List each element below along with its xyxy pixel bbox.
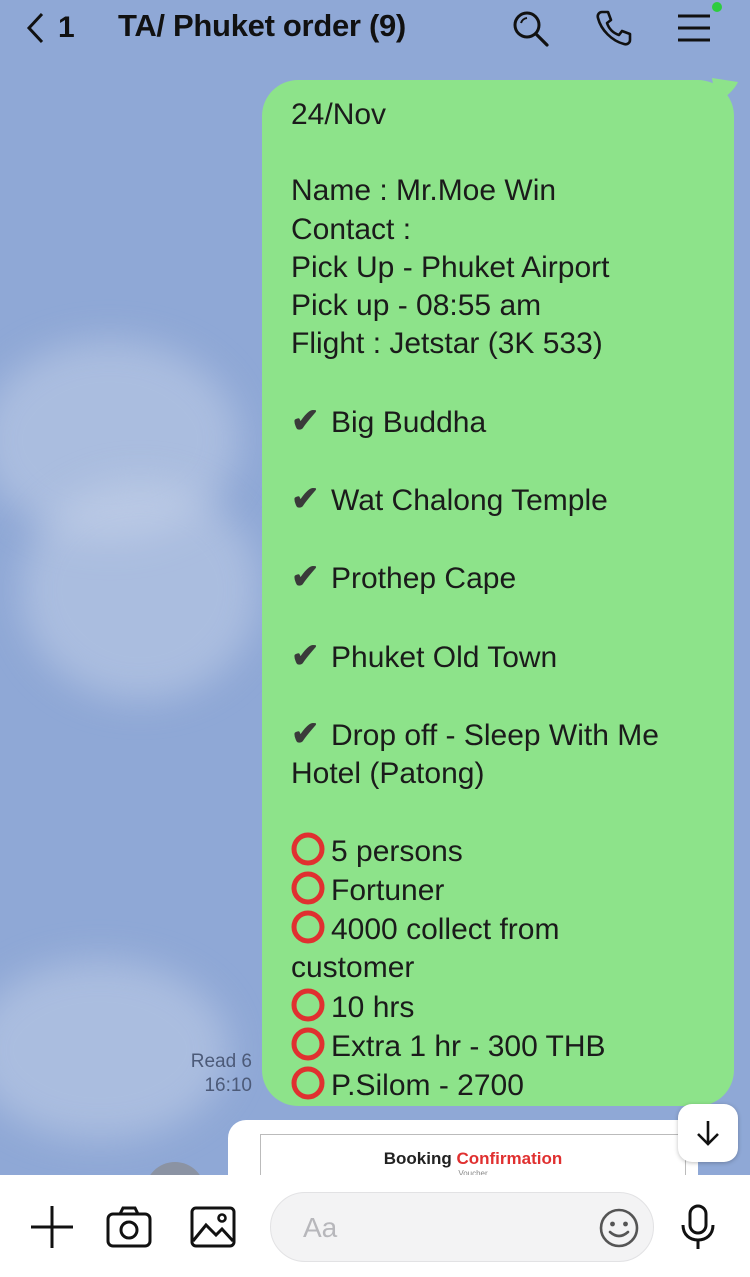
message-line: Pick up - 08:55 am — [291, 287, 706, 325]
chevron-left-icon — [26, 12, 44, 44]
checkmark-icon: ✔ — [291, 636, 320, 675]
message-line-text: 4000 collect from — [331, 913, 560, 947]
message-line-text: Flight : Jetstar (3K 533) — [291, 327, 603, 361]
message-line: Flight : Jetstar (3K 533) — [291, 325, 706, 363]
red-circle-icon — [291, 832, 325, 866]
red-circle-icon — [291, 1066, 325, 1100]
message-line: Fortuner — [291, 871, 706, 910]
message-line: Contact : — [291, 211, 706, 249]
message-line: Extra 1 hr - 300 THB — [291, 1027, 706, 1066]
message-line: 5 persons — [291, 832, 706, 871]
message-line: ✔ Wat Chalong Temple — [291, 480, 706, 520]
message-line-text: Wat Chalong Temple — [331, 483, 608, 517]
message-line-text: 24/Nov — [291, 98, 387, 131]
message-bubble[interactable]: 24/Nov Name : Mr.Moe Win Contact : Pick Up … — [262, 80, 734, 1106]
read-label: Read 6 — [190, 1051, 252, 1072]
message-line-text: Name : Mr.Moe Win — [291, 174, 557, 208]
message-line-text: Extra 1 hr - 300 THB — [331, 1029, 606, 1063]
message-time: 16:10 — [204, 1075, 252, 1096]
plus-icon[interactable] — [28, 1203, 76, 1251]
message-line-text: Big Buddha — [331, 405, 487, 439]
image-icon[interactable] — [189, 1203, 237, 1251]
message-line: Name : Mr.Moe Win — [291, 172, 706, 210]
red-circle-icon — [291, 1027, 325, 1061]
message-line-text: Pick up - 08:55 am — [291, 289, 542, 322]
message-line: Pick Up - Phuket Airport — [291, 249, 706, 287]
menu-icon[interactable] — [672, 6, 716, 50]
message-line: ✔ Drop off - Sleep With Me — [291, 715, 706, 755]
message-line-text: Phuket Old Town — [331, 640, 558, 674]
message-line: Hotel (Patong) — [291, 755, 706, 793]
message-input[interactable] — [270, 1192, 654, 1262]
arrow-down-icon — [697, 1121, 719, 1146]
message-line-text: Hotel (Patong) — [291, 757, 485, 791]
message-line: ✔ Phuket Old Town — [291, 637, 706, 677]
message-line-text: customer — [291, 951, 415, 985]
emoji-icon[interactable] — [597, 1206, 641, 1250]
phone-icon[interactable] — [592, 6, 636, 50]
message-line-text: P.Silom - 2700 — [331, 1068, 524, 1102]
microphone-icon[interactable] — [674, 1203, 722, 1251]
message-line: ✔ Prothep Cape — [291, 558, 706, 598]
red-circle-icon — [291, 871, 325, 905]
message-line-text: Drop off - Sleep With Me — [331, 719, 659, 753]
message-line: customer — [291, 949, 706, 987]
checkmark-icon: ✔ — [291, 401, 320, 440]
chat-header: 1 TA/ Phuket order (9) — [0, 0, 750, 58]
message-line: 4000 collect from — [291, 910, 706, 949]
message-line: P.Silom - 2700 — [291, 1066, 706, 1105]
red-circle-icon — [291, 988, 325, 1022]
message-line-text: Prothep Cape — [331, 562, 517, 596]
voucher-title: Booking Confirmation — [261, 1149, 685, 1169]
read-receipt: Read 6 16:10 — [162, 1050, 252, 1098]
back-button[interactable]: 1 — [22, 8, 75, 48]
voucher-title-prefix: Booking — [383, 1149, 452, 1168]
message-line-text: Pick Up - Phuket Airport — [291, 250, 610, 284]
message-line: 24/Nov — [291, 96, 706, 134]
message-line-text: 10 hrs — [331, 990, 415, 1024]
background-cloud — [20, 480, 260, 700]
message-input-bar — [0, 1175, 750, 1277]
checkmark-icon: ✔ — [291, 715, 320, 754]
message-line-text: 5 persons — [331, 834, 463, 868]
checkmark-icon: ✔ — [291, 558, 320, 597]
message-line: 10 hrs — [291, 988, 706, 1027]
message-text-field[interactable] — [301, 1207, 595, 1249]
voucher-title-highlight: Confirmation — [456, 1149, 563, 1168]
chat-title[interactable]: TA/ Phuket order (9) — [118, 8, 406, 44]
unread-count: 1 — [58, 11, 75, 44]
message-line: ✔ Big Buddha — [291, 402, 706, 442]
search-icon[interactable] — [508, 6, 552, 50]
scroll-to-bottom-button[interactable] — [678, 1104, 738, 1162]
online-indicator — [712, 2, 722, 12]
message-line-text: Fortuner — [331, 873, 445, 907]
message-line-text: Contact : — [291, 212, 412, 246]
checkmark-icon: ✔ — [291, 479, 320, 518]
camera-icon[interactable] — [105, 1203, 153, 1251]
red-circle-icon — [291, 910, 325, 944]
